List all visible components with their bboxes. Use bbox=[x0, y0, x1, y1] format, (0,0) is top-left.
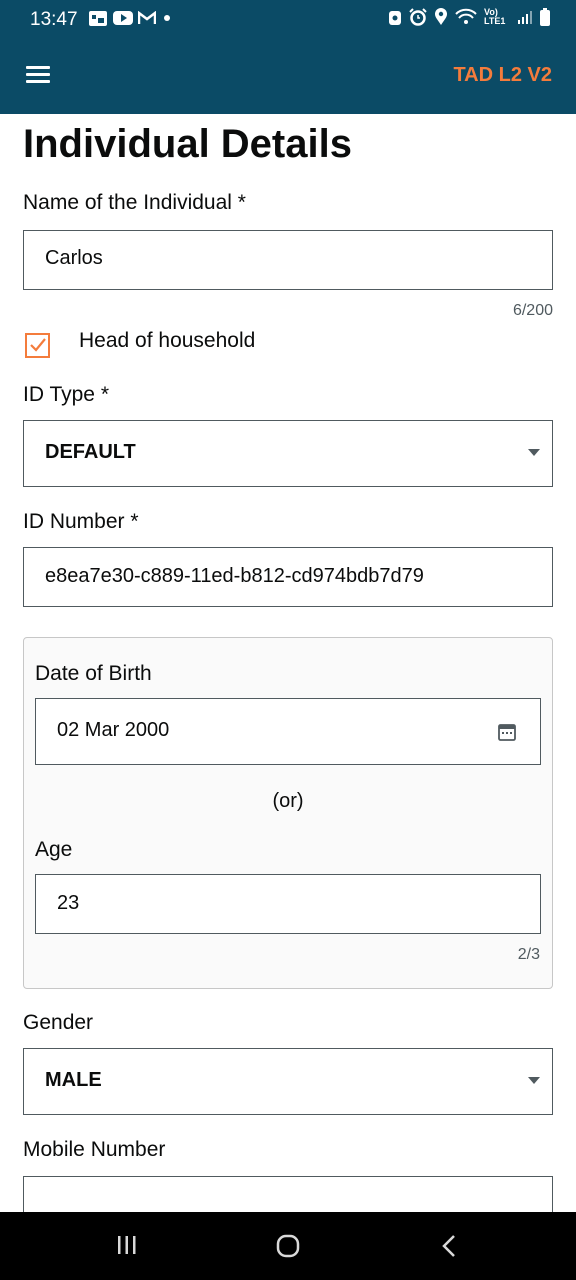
id-type-label: ID Type * bbox=[23, 383, 109, 406]
gmail-icon bbox=[138, 11, 156, 24]
id-number-value: e8ea7e30-c889-11ed-b812-cd974bdb7d79 bbox=[45, 565, 424, 587]
name-label: Name of the Individual * bbox=[23, 191, 246, 214]
youtube-icon bbox=[113, 11, 133, 25]
chevron-down-icon bbox=[528, 1077, 540, 1084]
age-input[interactable]: 23 bbox=[35, 874, 541, 934]
head-of-household-checkbox[interactable] bbox=[25, 333, 50, 358]
mobile-number-input[interactable] bbox=[23, 1176, 553, 1212]
name-value: Carlos bbox=[45, 247, 103, 269]
wifi-icon bbox=[455, 8, 477, 24]
id-number-input[interactable]: e8ea7e30-c889-11ed-b812-cd974bdb7d79 bbox=[23, 547, 553, 607]
name-input[interactable]: Carlos bbox=[23, 230, 553, 290]
notification-icons bbox=[88, 9, 173, 27]
system-icons: Vo) LTE1 bbox=[388, 8, 550, 26]
status-time: 13:47 bbox=[30, 9, 78, 30]
id-type-value: DEFAULT bbox=[45, 441, 136, 463]
network-label: Vo) LTE1 bbox=[484, 7, 506, 26]
gender-label: Gender bbox=[23, 1011, 94, 1034]
id-number-label: ID Number * bbox=[23, 510, 139, 533]
age-char-counter: 2/3 bbox=[517, 946, 540, 963]
signal-icon bbox=[518, 11, 532, 24]
calendar-notification-icon bbox=[89, 11, 107, 26]
dob-label: Date of Birth bbox=[35, 662, 152, 685]
battery-icon bbox=[540, 8, 550, 26]
recent-apps-icon[interactable] bbox=[116, 1234, 138, 1256]
form-content[interactable]: Individual Details Name of the Individua… bbox=[0, 114, 576, 1212]
back-icon[interactable] bbox=[440, 1234, 460, 1258]
alarm-icon bbox=[409, 8, 427, 26]
status-bar: 13:47 Vo) LTE1 bbox=[0, 0, 576, 36]
name-char-counter: 6/200 bbox=[512, 302, 553, 319]
gender-dropdown[interactable]: MALE bbox=[23, 1048, 553, 1115]
app-bar: TAD L2 V2 bbox=[0, 36, 576, 114]
app-title: TAD L2 V2 bbox=[453, 64, 552, 86]
id-type-dropdown[interactable]: DEFAULT bbox=[23, 420, 553, 487]
hamburger-menu-icon[interactable] bbox=[22, 62, 56, 90]
dot-icon bbox=[164, 15, 170, 21]
calendar-icon[interactable] bbox=[498, 723, 516, 741]
or-separator: (or) bbox=[272, 790, 304, 812]
home-icon[interactable] bbox=[276, 1234, 300, 1258]
location-icon bbox=[435, 8, 447, 25]
age-value: 23 bbox=[57, 892, 80, 914]
head-of-household-label: Head of household bbox=[79, 329, 256, 352]
chevron-down-icon bbox=[528, 449, 540, 456]
lock-icon bbox=[389, 11, 401, 25]
mobile-number-label: Mobile Number bbox=[23, 1138, 166, 1161]
system-nav-bar bbox=[0, 1212, 576, 1280]
age-label: Age bbox=[35, 838, 73, 861]
checkmark-icon bbox=[30, 338, 46, 352]
gender-value: MALE bbox=[45, 1069, 102, 1091]
dob-value: 02 Mar 2000 bbox=[57, 719, 170, 741]
dob-input[interactable]: 02 Mar 2000 bbox=[35, 698, 541, 765]
dob-age-card: Date of Birth 02 Mar 2000 (or) Age 23 2/… bbox=[23, 637, 553, 989]
page-title: Individual Details bbox=[23, 122, 352, 166]
